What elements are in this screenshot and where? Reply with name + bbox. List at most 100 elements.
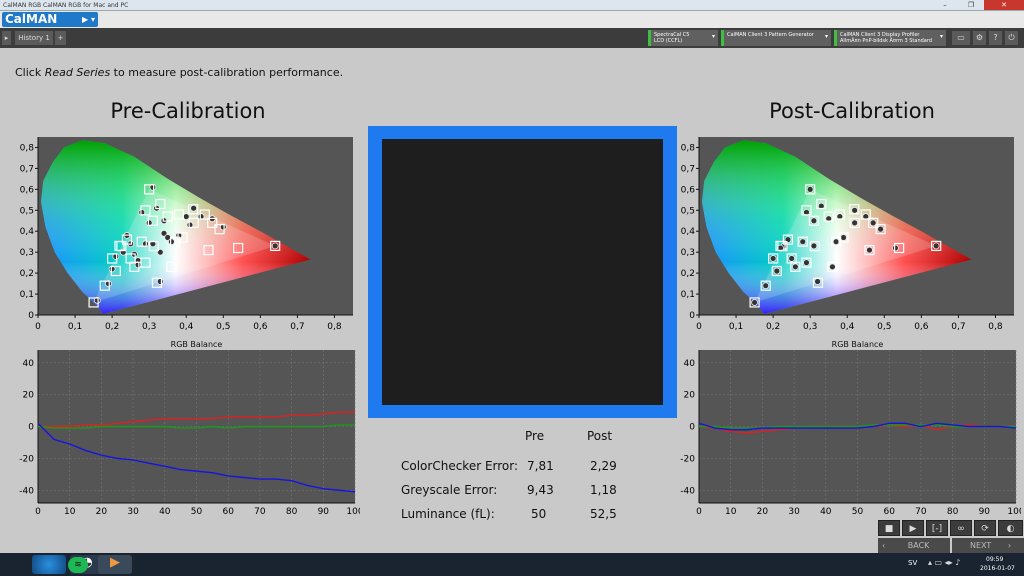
x-tick-label: 20 (96, 507, 108, 517)
tab-history-1[interactable]: History 1 (15, 31, 53, 45)
y-tick-label: -40 (680, 486, 695, 496)
y-tick-label: 0,6 (20, 185, 35, 195)
x-tick-label: 0,4 (840, 322, 855, 332)
expand-arrow-icon[interactable]: ▸ (2, 31, 11, 45)
measured-point (851, 219, 859, 227)
y-tick-label: 0,8 (681, 143, 696, 153)
x-tick-label: 20 (757, 507, 769, 517)
measured-point (810, 217, 818, 225)
chevron-down-icon: ▾ (939, 33, 943, 40)
meter-selector[interactable]: SpectraCal C5 LCD (CCFL) ▾ (648, 30, 718, 46)
close-workflow-icon[interactable]: ⏻ (1005, 31, 1018, 45)
window-titlebar: CalMAN RGB CalMAN RGB for Mac and PC – ❐… (0, 0, 1024, 11)
x-tick-label: 0,1 (68, 322, 82, 332)
x-tick-label: 0,2 (766, 322, 780, 332)
measured-point (751, 299, 758, 306)
measured-point (866, 246, 873, 254)
close-button[interactable]: ✕ (984, 0, 1024, 10)
col-pre-header: Pre (525, 429, 545, 443)
display-selector[interactable]: CalMAN Client 3 Display Profiler AllmÃ¤n… (834, 30, 946, 46)
post-calibration-title: Post-Calibration (769, 99, 935, 123)
x-tick-label: 0,3 (142, 322, 156, 332)
y-tick-label: 0,7 (681, 164, 695, 174)
chart-title: RGB Balance (832, 340, 884, 349)
pattern-generator-selector[interactable]: CalMAN Client 3 Pattern Generator ▾ (721, 30, 831, 46)
x-tick-label: 40 (159, 507, 171, 517)
calman-taskbar-icon[interactable]: ▶ (98, 555, 132, 574)
window-title: CalMAN RGB CalMAN RGB for Mac and PC (3, 2, 129, 9)
chevron-down-icon: ▾ (711, 33, 715, 40)
display-mode: AllmÃ¤n PnP-bildsk Ã¤rm 3 Standard (840, 38, 932, 44)
y-tick-label: -20 (680, 454, 695, 464)
x-tick-label: 0,3 (803, 322, 817, 332)
row-post-value: 52,5 (590, 507, 617, 521)
x-tick-label: 90 (318, 507, 330, 517)
stop-icon[interactable]: ■ (878, 520, 900, 536)
app-menubar: CalMAN ▶ ▾ (0, 11, 1024, 28)
y-tick-label: 0,6 (681, 185, 696, 195)
measured-point (814, 278, 821, 285)
y-tick-label: 0,8 (20, 143, 35, 153)
measured-point (271, 242, 279, 250)
display-icon[interactable]: ▭ (952, 31, 970, 45)
continuous-icon[interactable]: ∞ (950, 520, 972, 536)
x-tick-label: 0,8 (327, 322, 342, 332)
language-indicator[interactable]: SV (908, 559, 917, 567)
tray-icons[interactable]: ▴ ▭ ◂▸ ♪ (928, 558, 960, 567)
y-tick-label: 0,5 (681, 206, 695, 216)
y-tick-label: 0 (28, 423, 34, 433)
measured-point (769, 255, 777, 262)
y-tick-label: 0,3 (681, 248, 695, 258)
measured-point (869, 219, 877, 227)
loop-icon[interactable]: ⟳ (974, 520, 996, 536)
y-tick-label: 40 (684, 359, 696, 369)
toggle-icon[interactable]: ◐ (998, 520, 1023, 536)
meter-mode: LCD (CCFL) (654, 38, 683, 44)
pattern-preview-frame (368, 126, 677, 418)
start-button-icon[interactable] (32, 555, 66, 574)
x-tick-label: 50 (852, 507, 864, 517)
help-icon[interactable]: ? (989, 31, 1002, 45)
row-post-value: 1,18 (590, 483, 617, 497)
add-tab-button[interactable]: + (55, 31, 66, 45)
row-pre-value: 7,81 (527, 459, 554, 473)
y-tick-label: 20 (684, 391, 696, 401)
row-label: ColorChecker Error: (401, 459, 519, 473)
x-tick-label: 30 (127, 507, 139, 517)
x-tick-label: 60 (883, 507, 895, 517)
x-tick-label: 90 (979, 507, 991, 517)
next-button[interactable]: NEXT › (952, 538, 1024, 554)
pre-cie-chart: 0 0,1 0,2 0,3 0,4 0,5 0,6 0,7 0,8 0 0,1 0,2 0,3 0,4 0,… (20, 137, 353, 332)
read-series-icon[interactable]: [-] (926, 520, 948, 536)
x-tick-label: 70 (254, 507, 266, 517)
chevron-left-icon: ‹ (882, 541, 886, 550)
spotify-icon[interactable]: ≋ (68, 557, 88, 573)
measured-point (799, 238, 807, 246)
measured-point (806, 185, 814, 193)
measured-point (803, 259, 810, 267)
y-tick-label: 0,7 (20, 164, 34, 174)
instruction-text: Click Read Series to measure post-calibr… (15, 66, 343, 79)
back-button[interactable]: ‹ BACK (878, 538, 950, 554)
y-tick-label: 0 (689, 423, 695, 433)
measured-point (156, 278, 164, 285)
x-tick-label: 0,5 (877, 322, 891, 332)
back-label: BACK (907, 541, 930, 550)
minimize-button[interactable]: – (932, 0, 958, 10)
measured-point (182, 213, 190, 220)
play-icon[interactable]: ▶ (902, 520, 924, 536)
y-tick-label: 0,1 (20, 290, 34, 300)
x-tick-label: 10 (64, 507, 76, 517)
x-tick-label: 60 (222, 507, 234, 517)
x-tick-label: 10 (725, 507, 737, 517)
calman-menu-button[interactable]: CalMAN ▶ ▾ (2, 12, 98, 27)
measured-point (892, 244, 899, 252)
clock-date: 2016-01-07 (980, 565, 1015, 572)
x-tick-label: 0,1 (729, 322, 743, 332)
measured-point (788, 255, 796, 262)
x-tick-label: 40 (820, 507, 832, 517)
y-tick-label: 0,3 (20, 248, 34, 258)
x-tick-label: 0,4 (179, 322, 194, 332)
maximize-button[interactable]: ❐ (958, 0, 984, 10)
settings-icon[interactable]: ⚙ (973, 31, 986, 45)
